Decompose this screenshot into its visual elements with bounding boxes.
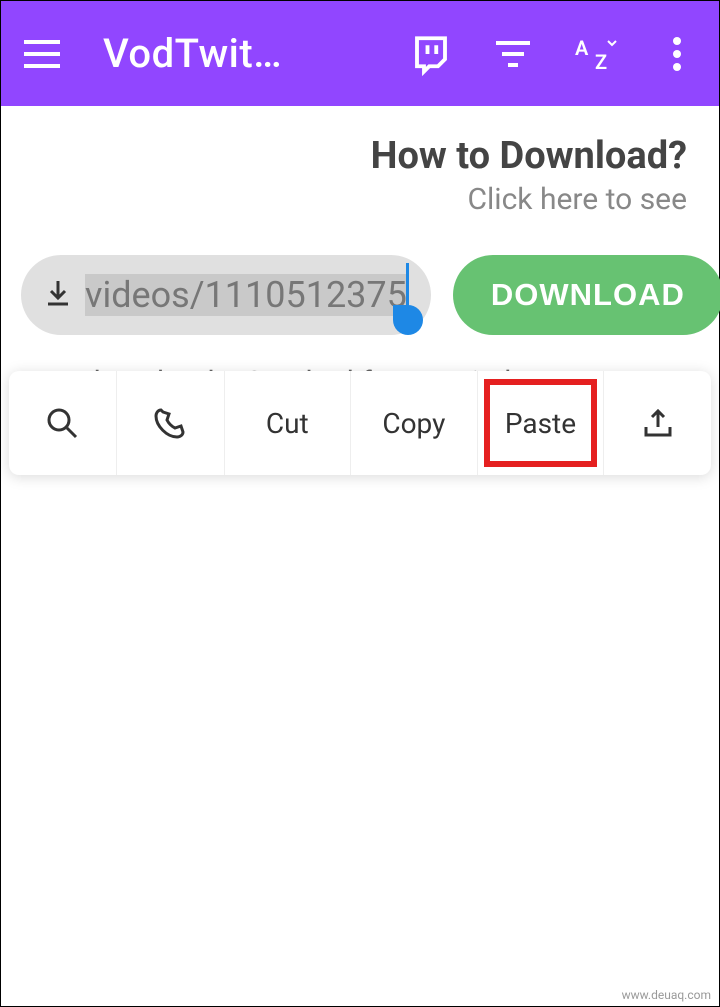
input-row: videos/1110512375 DOWNLOAD	[21, 255, 699, 335]
call-menu-item[interactable]	[117, 371, 225, 475]
help-section[interactable]: How to Download? Click here to see	[21, 126, 699, 217]
svg-text:A: A	[575, 36, 589, 60]
watermark: www.deuaq.com	[622, 988, 711, 1002]
url-text: videos/1110512375	[85, 274, 407, 316]
paste-label: Paste	[505, 407, 576, 440]
app-bar-actions: AZ	[409, 32, 699, 76]
more-icon[interactable]	[655, 32, 699, 76]
share-menu-item[interactable]	[604, 371, 711, 475]
app-bar: VodTwit… AZ	[1, 1, 719, 106]
context-menu: Cut Copy Paste	[9, 371, 711, 475]
twitch-icon[interactable]	[409, 32, 453, 76]
copy-menu-item[interactable]: Copy	[351, 371, 478, 475]
help-subtitle: Click here to see	[21, 182, 687, 217]
help-title: How to Download?	[21, 134, 687, 178]
paste-menu-item[interactable]: Paste	[478, 371, 605, 475]
app-title: VodTwit…	[103, 30, 409, 77]
menu-icon[interactable]	[21, 33, 63, 75]
download-button[interactable]: DOWNLOAD	[453, 255, 720, 335]
cursor-handle[interactable]	[393, 305, 423, 335]
download-icon	[45, 279, 71, 311]
sort-az-icon[interactable]: AZ	[573, 32, 617, 76]
svg-text:Z: Z	[595, 50, 607, 73]
search-menu-item[interactable]	[9, 371, 117, 475]
cut-menu-item[interactable]: Cut	[225, 371, 352, 475]
filter-icon[interactable]	[491, 32, 535, 76]
url-input[interactable]: videos/1110512375	[21, 255, 431, 335]
